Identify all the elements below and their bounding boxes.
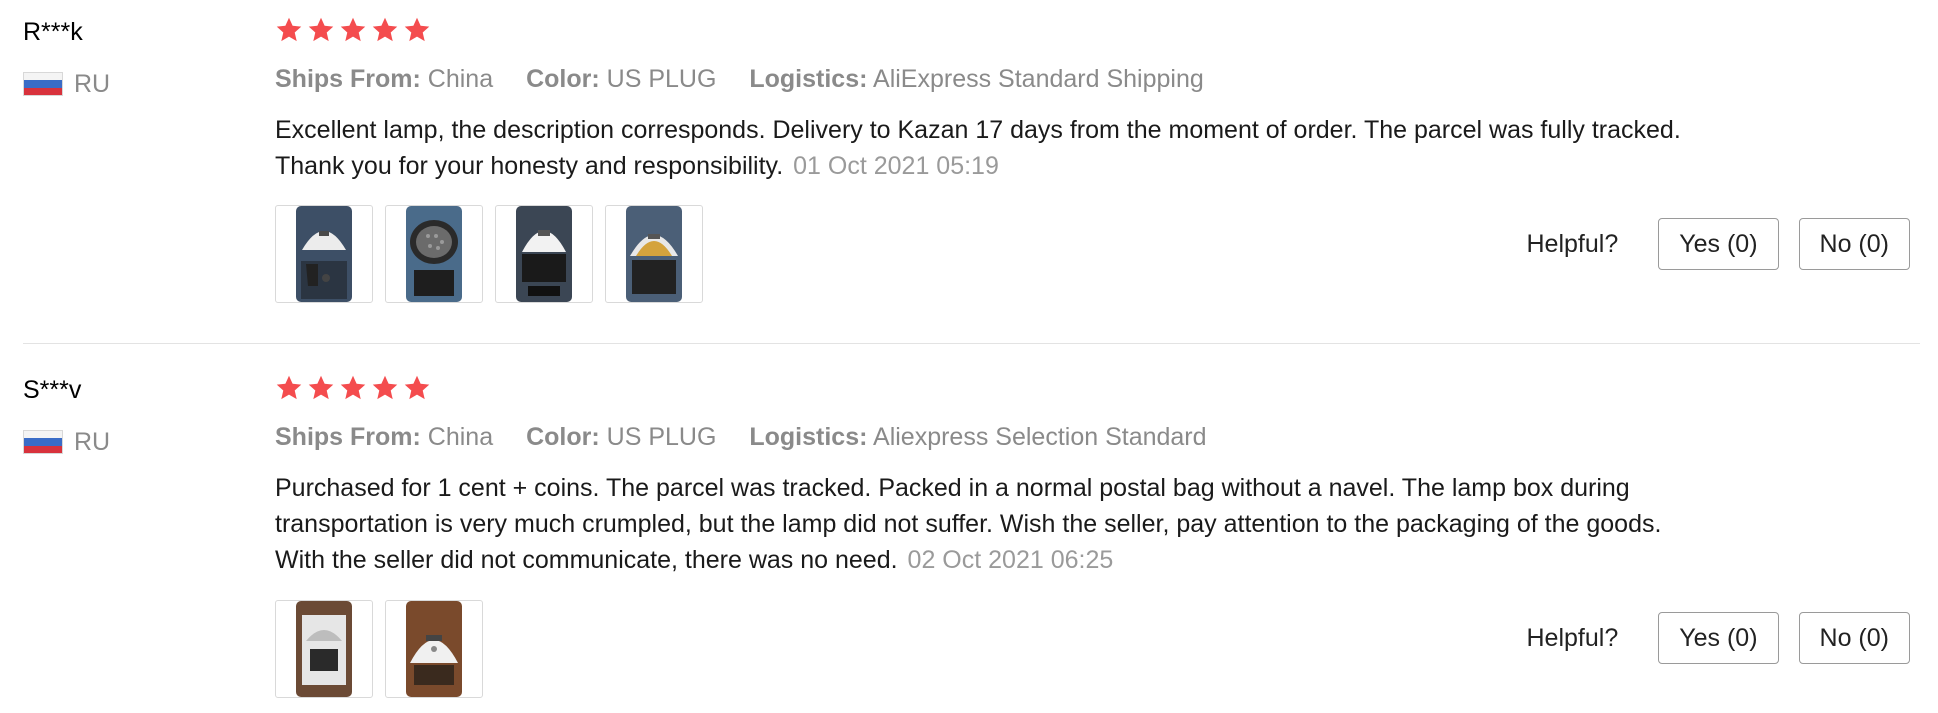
lamp-photo-image: [406, 206, 462, 302]
color-value: US PLUG: [606, 423, 717, 451]
star-icon: [340, 375, 366, 400]
lamp-photo-image: [516, 206, 572, 302]
logistics-value: AliExpress Standard Shipping: [873, 65, 1204, 93]
color-label: Color:: [526, 423, 600, 451]
helpful-no-button[interactable]: No (0): [1798, 612, 1910, 664]
lamp-photo-image: [626, 206, 682, 302]
ships-from-label: Ships From:: [275, 423, 421, 451]
review-photos: [275, 600, 483, 698]
helpful-yes-button[interactable]: Yes (0): [1658, 218, 1779, 270]
star-icon: [308, 17, 334, 42]
review-photo-thumbnail[interactable]: [275, 205, 373, 303]
star-icon: [308, 375, 334, 400]
logistics-value: Aliexpress Selection Standard: [873, 423, 1207, 451]
lamp-photo-image: [296, 601, 352, 697]
helpful-no-button[interactable]: No (0): [1798, 218, 1910, 270]
star-icon: [372, 17, 398, 42]
reviewer-country: RU: [23, 428, 110, 456]
star-icon: [340, 17, 366, 42]
review-photo-thumbnail[interactable]: [385, 600, 483, 698]
review-photos: [275, 205, 703, 303]
review-date: 01 Oct 2021 05:19: [793, 152, 999, 180]
helpful-label: Helpful?: [1526, 623, 1619, 652]
ships-from-value: China: [427, 423, 494, 451]
lamp-photo-image: [296, 206, 352, 302]
star-icon: [276, 375, 302, 400]
helpful-votes: Helpful? Yes (0) No (0): [1526, 612, 1910, 664]
star-icon: [404, 375, 430, 400]
russia-flag-icon: [23, 72, 63, 96]
russia-flag-icon: [23, 430, 63, 454]
order-info: Ships From: China Color: US PLUG Logisti…: [275, 420, 1233, 454]
color-label: Color:: [526, 65, 600, 93]
order-info: Ships From: China Color: US PLUG Logisti…: [275, 62, 1230, 96]
review-content: Purchased for 1 cent + coins. The parcel…: [275, 470, 1675, 578]
reviewer-name: R***k: [23, 18, 83, 46]
star-icon: [372, 375, 398, 400]
review-photo-thumbnail[interactable]: [275, 600, 373, 698]
helpful-yes-button[interactable]: Yes (0): [1658, 612, 1779, 664]
star-rating: [275, 16, 431, 44]
review-photo-thumbnail[interactable]: [385, 205, 483, 303]
country-code: RU: [74, 70, 111, 98]
review-photo-thumbnail[interactable]: [605, 205, 703, 303]
lamp-photo-image: [406, 601, 462, 697]
review-divider: [23, 343, 1920, 344]
review-item: R***k RU Ships From: China Color: US PLU…: [0, 0, 1938, 344]
reviewer-country: RU: [23, 70, 110, 98]
ships-from-value: China: [427, 65, 494, 93]
helpful-label: Helpful?: [1526, 229, 1619, 258]
star-icon: [276, 17, 302, 42]
logistics-label: Logistics:: [749, 65, 868, 93]
country-code: RU: [74, 428, 111, 456]
review-photo-thumbnail[interactable]: [495, 205, 593, 303]
star-rating: [275, 374, 431, 402]
review-content: Excellent lamp, the description correspo…: [275, 112, 1715, 184]
reviewer-name: S***v: [23, 376, 82, 404]
helpful-votes: Helpful? Yes (0) No (0): [1526, 218, 1910, 270]
ships-from-label: Ships From:: [275, 65, 421, 93]
review-date: 02 Oct 2021 06:25: [907, 546, 1114, 574]
color-value: US PLUG: [606, 65, 717, 93]
logistics-label: Logistics:: [749, 423, 868, 451]
star-icon: [404, 17, 430, 42]
review-item: S***v RU Ships From: China Color: US PLU…: [0, 358, 1938, 713]
